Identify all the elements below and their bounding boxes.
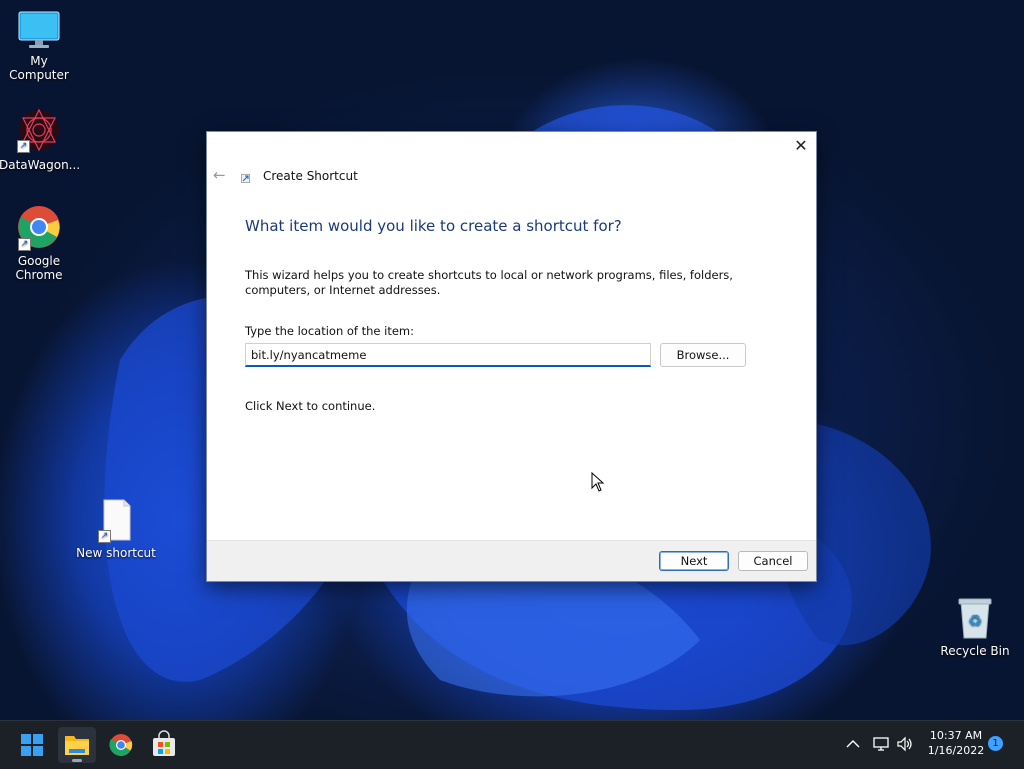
- recycle-bin-icon: ♻: [955, 596, 995, 640]
- desktop-icon-label: New shortcut: [76, 546, 156, 560]
- location-label: Type the location of the item:: [245, 324, 415, 338]
- network-icon[interactable]: [872, 735, 890, 756]
- clock-date: 1/16/2022: [927, 744, 985, 757]
- cancel-button[interactable]: Cancel: [738, 551, 808, 571]
- dialog-heading: What item would you like to create a sho…: [245, 217, 622, 235]
- clock[interactable]: 10:37 AM 1/16/2022: [922, 729, 990, 757]
- desktop-icon-recycle-bin[interactable]: ♻ Recycle Bin: [935, 596, 1015, 658]
- mouse-cursor-icon: [591, 471, 605, 495]
- continue-hint: Click Next to continue.: [245, 399, 376, 413]
- shortcut-arrow-icon: ↗: [98, 530, 111, 543]
- desktop-icon-label: DataWagon...: [0, 158, 81, 172]
- desktop-icon-datawagon[interactable]: ↗ DataWagon...: [0, 106, 81, 172]
- shortcut-arrow-icon: ↗: [18, 238, 31, 251]
- chrome-icon: ↗: [16, 204, 62, 251]
- file-explorer-icon: [65, 736, 89, 755]
- next-button[interactable]: Next: [659, 551, 729, 571]
- taskbar-file-explorer[interactable]: [58, 727, 96, 763]
- dialog-footer: Next Cancel: [207, 540, 816, 581]
- blank-file-icon: ↗: [98, 498, 134, 543]
- chrome-icon: [109, 734, 133, 756]
- location-input[interactable]: [245, 343, 651, 367]
- desktop-icon-new-shortcut[interactable]: ↗ New shortcut: [76, 498, 156, 560]
- taskbar-microsoft-store[interactable]: [145, 727, 183, 763]
- chevron-up-icon[interactable]: [844, 735, 862, 756]
- desktop-icon-google-chrome[interactable]: ↗ Google Chrome: [0, 204, 79, 282]
- back-arrow-icon[interactable]: ←: [213, 166, 226, 184]
- taskbar-chrome[interactable]: [102, 727, 140, 763]
- desktop-icon-label: My Computer: [9, 54, 69, 82]
- close-button[interactable]: ✕: [786, 132, 816, 160]
- microsoft-store-icon: [153, 730, 175, 756]
- dialog-title: Create Shortcut: [263, 169, 358, 183]
- desktop-icon-label-line2: Chrome: [15, 268, 63, 282]
- svg-text:♻: ♻: [968, 611, 982, 630]
- shortcut-wizard-icon: [241, 174, 250, 183]
- datawagon-icon: ↗: [15, 106, 63, 154]
- notification-badge[interactable]: 1: [988, 736, 1003, 751]
- desktop-icon-label-line1: Google: [17, 254, 61, 268]
- dialog-description: This wizard helps you to create shortcut…: [245, 268, 733, 297]
- browse-button[interactable]: Browse...: [660, 343, 746, 367]
- windows-start-icon: [21, 734, 43, 756]
- desktop-icon-my-computer[interactable]: My Computer: [0, 10, 79, 82]
- monitor-icon: [17, 10, 61, 50]
- create-shortcut-dialog: ✕ ← Create Shortcut What item would you …: [206, 131, 817, 582]
- clock-time: 10:37 AM: [929, 729, 983, 742]
- desktop-icon-label: Recycle Bin: [940, 644, 1010, 658]
- start-button[interactable]: [13, 727, 51, 763]
- shortcut-arrow-icon: ↗: [17, 140, 30, 153]
- volume-icon[interactable]: [896, 735, 914, 756]
- taskbar: 10:37 AM 1/16/2022: [0, 720, 1024, 769]
